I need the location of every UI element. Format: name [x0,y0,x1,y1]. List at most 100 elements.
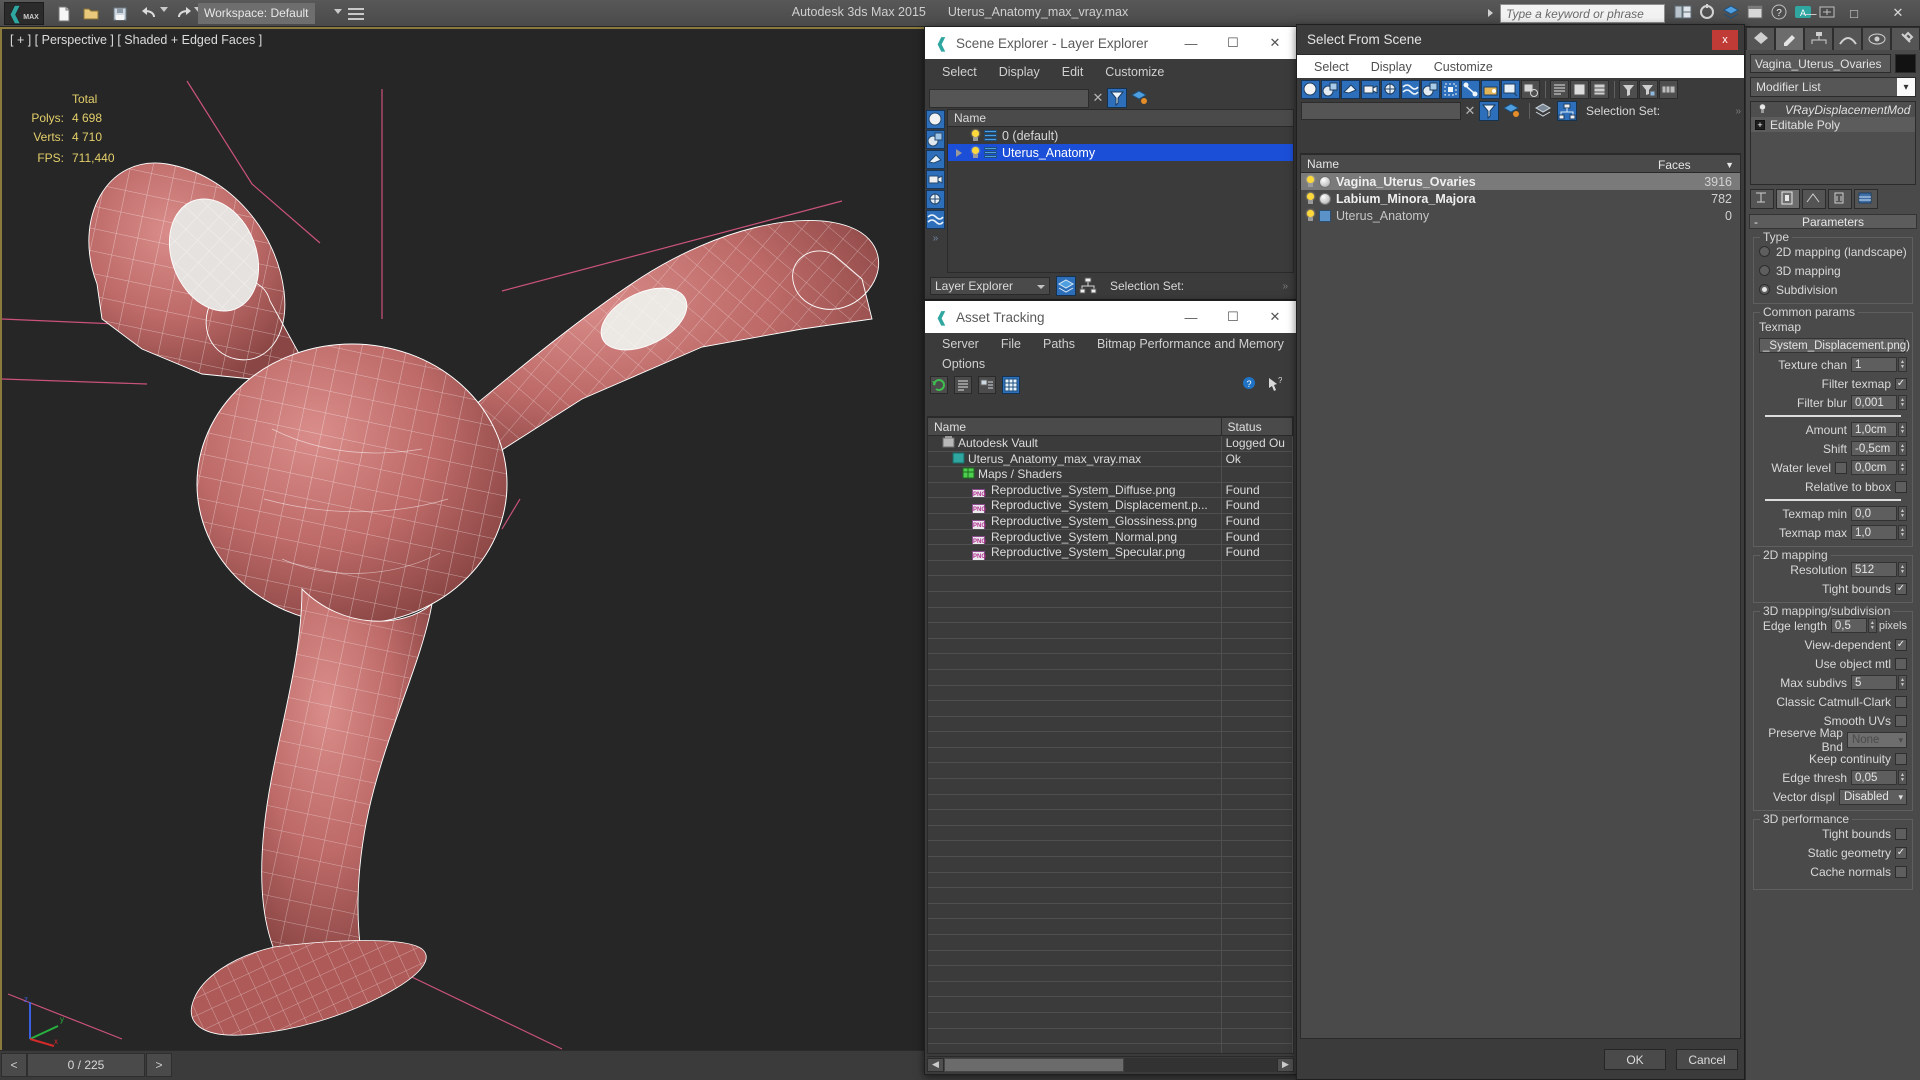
radio-icon-selected[interactable] [1759,284,1770,295]
resolution-spinner[interactable]: ▲ ▼ [1898,562,1907,577]
filter-xrefs-icon[interactable] [1441,79,1460,99]
filter-funnel-icon[interactable] [1619,79,1638,99]
tab-hierarchy[interactable] [1804,27,1833,50]
asset-row[interactable]: Maps / Shaders [928,467,1293,483]
command-panel[interactable]: Vagina_Uterus_Ovaries Modifier List ▾ VR… [1745,27,1920,1080]
edge-thresh-field[interactable]: 0,05 [1851,770,1897,785]
search-input[interactable]: Type a keyword or phrase [1500,4,1665,23]
asset-row-empty[interactable] [928,794,1293,811]
cache-normals-checkbox[interactable] [1895,865,1907,878]
previous-frame-button[interactable]: < [1,1053,27,1077]
rollup-collapse-icon[interactable]: - [1754,215,1758,229]
sfs-object-row[interactable]: Uterus_Anatomy 0 [1301,207,1740,224]
asset-row-empty[interactable] [928,654,1293,670]
filter-groups-icon[interactable] [1421,79,1440,99]
sfs-more-icon[interactable]: » [1735,106,1744,117]
radio-icon[interactable] [1759,246,1770,257]
scene-explorer-close-button[interactable]: ✕ [1254,27,1296,59]
catmull-clark-checkbox[interactable] [1895,695,1907,708]
asset-row-empty[interactable] [928,716,1293,733]
menu-options[interactable]: Options [931,357,996,371]
edge-length-field[interactable]: 0,5 [1830,618,1867,633]
scroll-track[interactable] [944,1057,1277,1072]
radio-subdivision[interactable]: Subdivision [1759,282,1907,297]
help-question-icon[interactable]: ? [1242,376,1260,394]
stack-item-vray-displacement[interactable]: VRayDisplacementMod [1751,102,1915,117]
minimize-window-button[interactable]: — [1788,0,1832,26]
filter-blur-spinner[interactable]: ▲ ▼ [1898,395,1907,410]
asset-tracking-minimize-button[interactable]: — [1170,301,1212,333]
display-geometry-icon[interactable] [926,110,945,129]
radio-3d-mapping[interactable]: 3D mapping [1759,263,1907,278]
object-color-swatch[interactable] [1895,54,1916,73]
display-helpers-icon[interactable] [926,190,945,209]
filter-blur-field[interactable]: 0,001 [1851,395,1897,410]
layer-row-default[interactable]: 0 (default) [948,127,1293,144]
scroll-left-button[interactable]: ◀ [927,1057,944,1072]
amount-spinner[interactable]: ▲ ▼ [1898,422,1907,437]
radio-2d-mapping[interactable]: 2D mapping (landscape) [1759,244,1907,259]
current-frame-field[interactable]: 0 / 225 [27,1053,145,1077]
remove-modifier-icon[interactable] [1828,189,1852,209]
asset-row[interactable]: Autodesk Vault Logged Ou [928,436,1293,452]
display-spacewarps-icon[interactable] [926,210,945,229]
keep-continuity-checkbox[interactable] [1895,752,1907,765]
scroll-thumb[interactable] [944,1057,1124,1072]
asset-tracking-close-button[interactable]: ✕ [1254,301,1296,333]
column-name[interactable]: Name [928,418,1222,435]
asset-row-empty[interactable] [928,981,1293,998]
filter-lights-icon[interactable] [1341,79,1360,99]
column-settings-icon[interactable] [1659,79,1678,99]
ok-button[interactable]: OK [1604,1049,1666,1070]
water-level-spinner[interactable]: ▲ ▼ [1898,460,1907,475]
asset-row-empty[interactable] [928,638,1293,655]
asset-row-empty[interactable] [928,763,1293,780]
water-level-field[interactable]: 0,0cm [1851,460,1897,475]
sfs-menu-display[interactable]: Display [1360,60,1423,74]
column-status[interactable]: Status [1222,418,1293,435]
search-expand-icon[interactable] [1488,9,1493,17]
asset-row-empty[interactable] [928,607,1293,624]
asset-row[interactable]: PNG Reproductive_System_Diffuse.png Found [928,482,1293,499]
lightbulb-icon[interactable] [1305,209,1316,222]
filter-texmap-checkbox[interactable]: ✓ [1895,377,1907,390]
asset-row-empty[interactable] [928,623,1293,639]
workspace-layout-icon[interactable] [1674,4,1693,23]
tight-bounds-2d-checkbox[interactable]: ✓ [1895,582,1907,595]
scene-explorer-maximize-button[interactable]: ☐ [1212,27,1254,59]
filter-selected-icon[interactable] [1521,79,1540,99]
max-subdivs-spinner[interactable]: ▲ ▼ [1898,675,1907,690]
tab-motion[interactable] [1833,27,1862,50]
maximize-window-button[interactable]: □ [1832,0,1876,26]
lightbulb-icon[interactable] [970,129,981,142]
chevron-down-icon[interactable]: ▾ [1898,735,1903,746]
parameters-rollup-header[interactable]: - Parameters [1749,214,1917,229]
menu-select[interactable]: Select [931,65,988,79]
scroll-right-button[interactable]: ▶ [1277,1057,1294,1072]
smooth-uvs-checkbox[interactable] [1895,714,1907,727]
filter-geometry-icon[interactable] [1301,79,1320,99]
asset-row-empty[interactable] [928,779,1293,795]
modifier-stack[interactable]: VRayDisplacementMod + Editable Poly [1750,101,1916,185]
lightbulb-icon[interactable] [1305,192,1316,205]
configure-modifier-sets-icon[interactable] [1854,189,1878,209]
filter-shapes-icon[interactable] [1321,79,1340,99]
radio-icon[interactable] [1759,265,1770,276]
select-from-scene-list[interactable]: Name Faces ▼ Vagina_Uterus_Ovaries 3916 La… [1300,153,1741,1039]
filter-helpers-icon[interactable] [1381,79,1400,99]
tab-create[interactable] [1746,27,1775,50]
lightbulb-toggle-icon[interactable] [1755,102,1769,117]
asset-row-empty[interactable] [928,576,1293,592]
tab-modify[interactable] [1775,27,1804,50]
sfs-column-faces[interactable]: Faces ▼ [1652,155,1740,172]
menu-paths[interactable]: Paths [1032,337,1086,351]
asset-row-empty[interactable] [928,591,1293,608]
scene-explorer-search-input[interactable] [929,88,1089,108]
scene-explorer-window[interactable]: ❰ Scene Explorer - Layer Explorer — ☐ ✕ … [924,26,1297,300]
texture-chan-spinner[interactable]: ▲ ▼ [1898,357,1907,372]
texture-chan-field[interactable]: 1 [1851,357,1897,372]
asset-row[interactable]: PNG Reproductive_System_Glossiness.png Fou… [928,513,1293,530]
object-name-field[interactable]: Vagina_Uterus_Ovaries [1750,54,1891,73]
scene-explorer-icon[interactable] [1746,4,1765,23]
menu-file[interactable]: File [990,337,1032,351]
